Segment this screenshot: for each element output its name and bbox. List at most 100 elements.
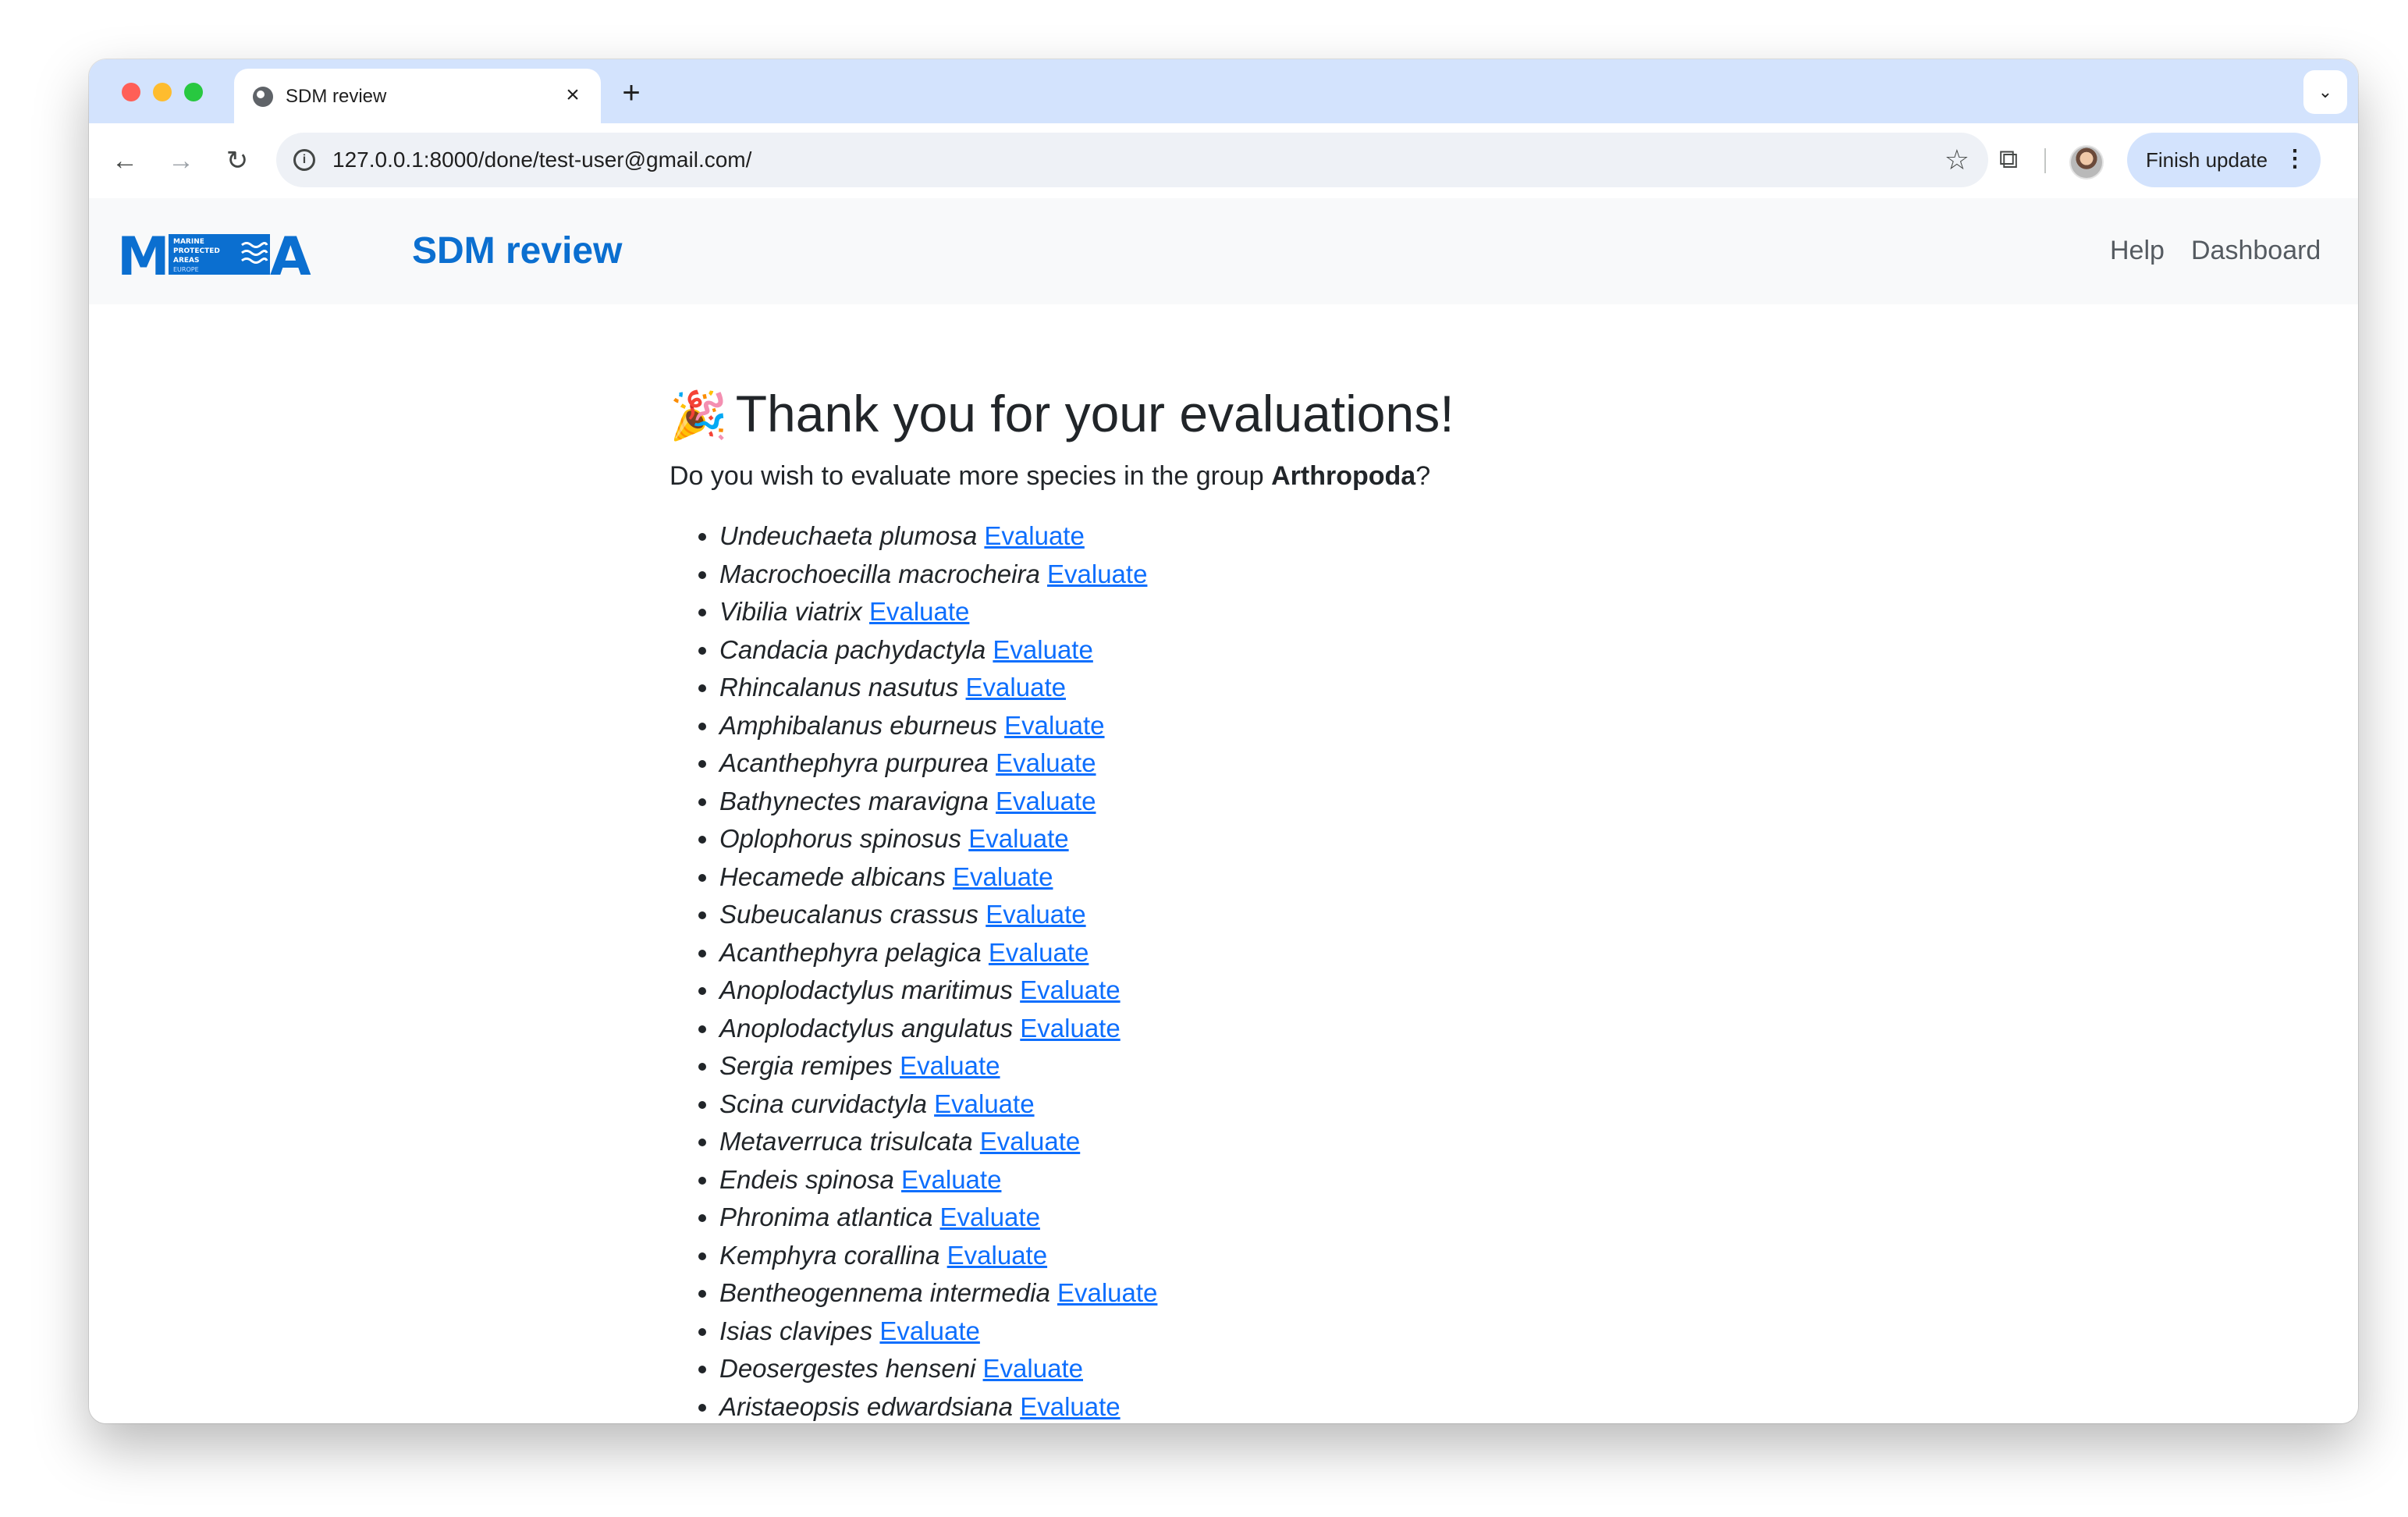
species-name: Scina curvidactyla bbox=[719, 1089, 927, 1118]
evaluate-link[interactable]: Evaluate bbox=[968, 824, 1068, 853]
species-list-item: Isias clavipes Evaluate bbox=[719, 1313, 1762, 1351]
evaluate-link[interactable]: Evaluate bbox=[993, 635, 1092, 664]
evaluate-link[interactable]: Evaluate bbox=[980, 1127, 1080, 1156]
maximize-window-icon[interactable] bbox=[184, 83, 203, 101]
evaluate-link[interactable]: Evaluate bbox=[953, 862, 1053, 891]
evaluate-link[interactable]: Evaluate bbox=[1047, 560, 1147, 588]
species-name: Acanthephyra pelagica bbox=[719, 937, 982, 967]
tab-sdm-review[interactable]: SDM review × bbox=[234, 69, 601, 123]
species-list-item: Undeuchaeta plumosa Evaluate bbox=[719, 517, 1762, 556]
evaluate-link[interactable]: Evaluate bbox=[947, 1241, 1047, 1270]
evaluate-link[interactable]: Evaluate bbox=[1020, 1014, 1120, 1043]
close-window-icon[interactable] bbox=[122, 83, 140, 101]
close-tab-icon[interactable]: × bbox=[557, 80, 588, 111]
more-menu-icon[interactable]: ⋮ bbox=[2283, 145, 2307, 173]
address-bar[interactable]: i 127.0.0.1:8000/done/test-user@gmail.co… bbox=[276, 133, 1988, 187]
site-info-icon[interactable]: i bbox=[293, 149, 315, 171]
logo-sub-4: EUROPE bbox=[173, 266, 199, 273]
species-list-item: Aristaeopsis edwardsiana Evaluate bbox=[719, 1388, 1762, 1424]
site-header: M MARINE PROTECTED AREAS EUROPE A SDM re… bbox=[89, 198, 2358, 304]
species-name: Acanthephyra purpurea bbox=[719, 748, 989, 777]
page-title: 🎉 Thank you for your evaluations! bbox=[669, 376, 1762, 453]
species-name: Rhincalanus nasutus bbox=[719, 673, 959, 702]
species-name: Vibilia viatrix bbox=[719, 597, 862, 626]
group-name: Arthropoda bbox=[1271, 461, 1416, 491]
evaluate-link[interactable]: Evaluate bbox=[901, 1165, 1001, 1194]
question-prefix: Do you wish to evaluate more species in … bbox=[669, 461, 1272, 491]
extensions-puzzle-icon[interactable]: ⧉ bbox=[1990, 140, 2027, 178]
species-list-item: Anoplodactylus maritimus Evaluate bbox=[719, 972, 1762, 1010]
evaluate-link[interactable]: Evaluate bbox=[1020, 975, 1120, 1004]
species-name: Kemphyra corallina bbox=[719, 1240, 940, 1270]
evaluate-link[interactable]: Evaluate bbox=[996, 787, 1096, 815]
species-name: Amphibalanus eburneus bbox=[719, 710, 997, 740]
species-name: Candacia pachydactyla bbox=[719, 634, 986, 664]
finish-update-label: Finish update bbox=[2146, 148, 2268, 172]
new-tab-button[interactable]: + bbox=[612, 73, 651, 112]
species-name: Endeis spinosa bbox=[719, 1164, 894, 1194]
evaluate-link[interactable]: Evaluate bbox=[900, 1051, 1000, 1080]
species-list-item: Bathynectes maravigna Evaluate bbox=[719, 783, 1762, 821]
evaluate-link[interactable]: Evaluate bbox=[934, 1089, 1034, 1118]
site-title[interactable]: SDM review bbox=[412, 229, 622, 272]
logo-sub-1: MARINE bbox=[173, 238, 204, 246]
main-content: 🎉 Thank you for your evaluations! Do you … bbox=[669, 376, 1762, 1423]
species-list-item: Deosergestes henseni Evaluate bbox=[719, 1350, 1762, 1388]
species-list-item: Rhincalanus nasutus Evaluate bbox=[719, 669, 1762, 707]
nav-help-link[interactable]: Help bbox=[2110, 236, 2165, 266]
evaluate-link[interactable]: Evaluate bbox=[869, 597, 969, 626]
species-list-item: Vibilia viatrix Evaluate bbox=[719, 593, 1762, 631]
profile-avatar[interactable] bbox=[2069, 145, 2104, 179]
bookmark-star-icon[interactable]: ☆ bbox=[1945, 144, 1969, 176]
url-text[interactable]: 127.0.0.1:8000/done/test-user@gmail.com/ bbox=[332, 147, 751, 172]
logo-sub-3: AREAS bbox=[173, 257, 200, 265]
species-name: Oplophorus spinosus bbox=[719, 824, 962, 853]
mpa-logo[interactable]: M MARINE PROTECTED AREAS EUROPE A bbox=[117, 229, 315, 278]
evaluate-link[interactable]: Evaluate bbox=[940, 1203, 1040, 1231]
evaluate-link[interactable]: Evaluate bbox=[983, 1354, 1083, 1383]
page-content: M MARINE PROTECTED AREAS EUROPE A SDM re… bbox=[89, 198, 2358, 1423]
globe-icon bbox=[253, 87, 273, 107]
species-name: Hecamede albicans bbox=[719, 862, 946, 891]
species-name: Phronima atlantica bbox=[719, 1203, 933, 1231]
logo-sub-2: PROTECTED bbox=[173, 247, 220, 255]
finish-update-button[interactable]: Finish update ⋮ bbox=[2127, 133, 2321, 187]
evaluate-link[interactable]: Evaluate bbox=[989, 938, 1089, 967]
species-name: Macrochoecilla macrocheira bbox=[719, 559, 1040, 588]
species-name: Anoplodactylus angulatus bbox=[719, 1013, 1014, 1043]
tab-title: SDM review bbox=[286, 86, 387, 107]
back-arrow-icon[interactable]: ← bbox=[106, 142, 144, 179]
species-name: Aristaeopsis edwardsiana bbox=[719, 1391, 1014, 1421]
nav-dashboard-link[interactable]: Dashboard bbox=[2191, 236, 2321, 266]
logo-letter-a: A bbox=[270, 229, 311, 278]
species-list-item: Macrochoecilla macrocheira Evaluate bbox=[719, 556, 1762, 594]
species-name: Anoplodactylus maritimus bbox=[719, 975, 1013, 1004]
species-list-item: Acanthephyra purpurea Evaluate bbox=[719, 744, 1762, 783]
species-list-item: Kemphyra corallina Evaluate bbox=[719, 1237, 1762, 1275]
tab-search-chevron-icon[interactable]: ⌄ bbox=[2303, 70, 2347, 114]
toolbar-divider bbox=[2044, 148, 2046, 173]
species-name: Deosergestes henseni bbox=[719, 1354, 976, 1383]
evaluate-link[interactable]: Evaluate bbox=[984, 521, 1084, 550]
minimize-window-icon[interactable] bbox=[153, 83, 172, 101]
species-list-item: Phronima atlantica Evaluate bbox=[719, 1199, 1762, 1237]
evaluate-link[interactable]: Evaluate bbox=[1004, 711, 1104, 740]
evaluate-more-question: Do you wish to evaluate more species in … bbox=[669, 458, 1762, 494]
species-list-item: Amphibalanus eburneus Evaluate bbox=[719, 707, 1762, 745]
species-name: Isias clavipes bbox=[719, 1316, 873, 1345]
evaluate-link[interactable]: Evaluate bbox=[966, 673, 1066, 702]
evaluate-link[interactable]: Evaluate bbox=[996, 748, 1096, 777]
evaluate-link[interactable]: Evaluate bbox=[986, 900, 1085, 929]
species-list-item: Hecamede albicans Evaluate bbox=[719, 858, 1762, 897]
evaluate-link[interactable]: Evaluate bbox=[879, 1316, 979, 1345]
species-name: Metaverruca trisulcata bbox=[719, 1127, 973, 1156]
species-name: Subeucalanus crassus bbox=[719, 900, 979, 929]
evaluate-link[interactable]: Evaluate bbox=[1020, 1392, 1120, 1421]
evaluate-link[interactable]: Evaluate bbox=[1057, 1278, 1157, 1307]
heading-text: Thank you for your evaluations! bbox=[735, 385, 1454, 442]
browser-toolbar: ← → ↻ i 127.0.0.1:8000/done/test-user@gm… bbox=[89, 123, 2358, 200]
species-list-item: Anoplodactylus angulatus Evaluate bbox=[719, 1010, 1762, 1048]
forward-arrow-icon[interactable]: → bbox=[162, 142, 200, 179]
question-suffix: ? bbox=[1415, 461, 1431, 491]
reload-icon[interactable]: ↻ bbox=[218, 142, 256, 179]
